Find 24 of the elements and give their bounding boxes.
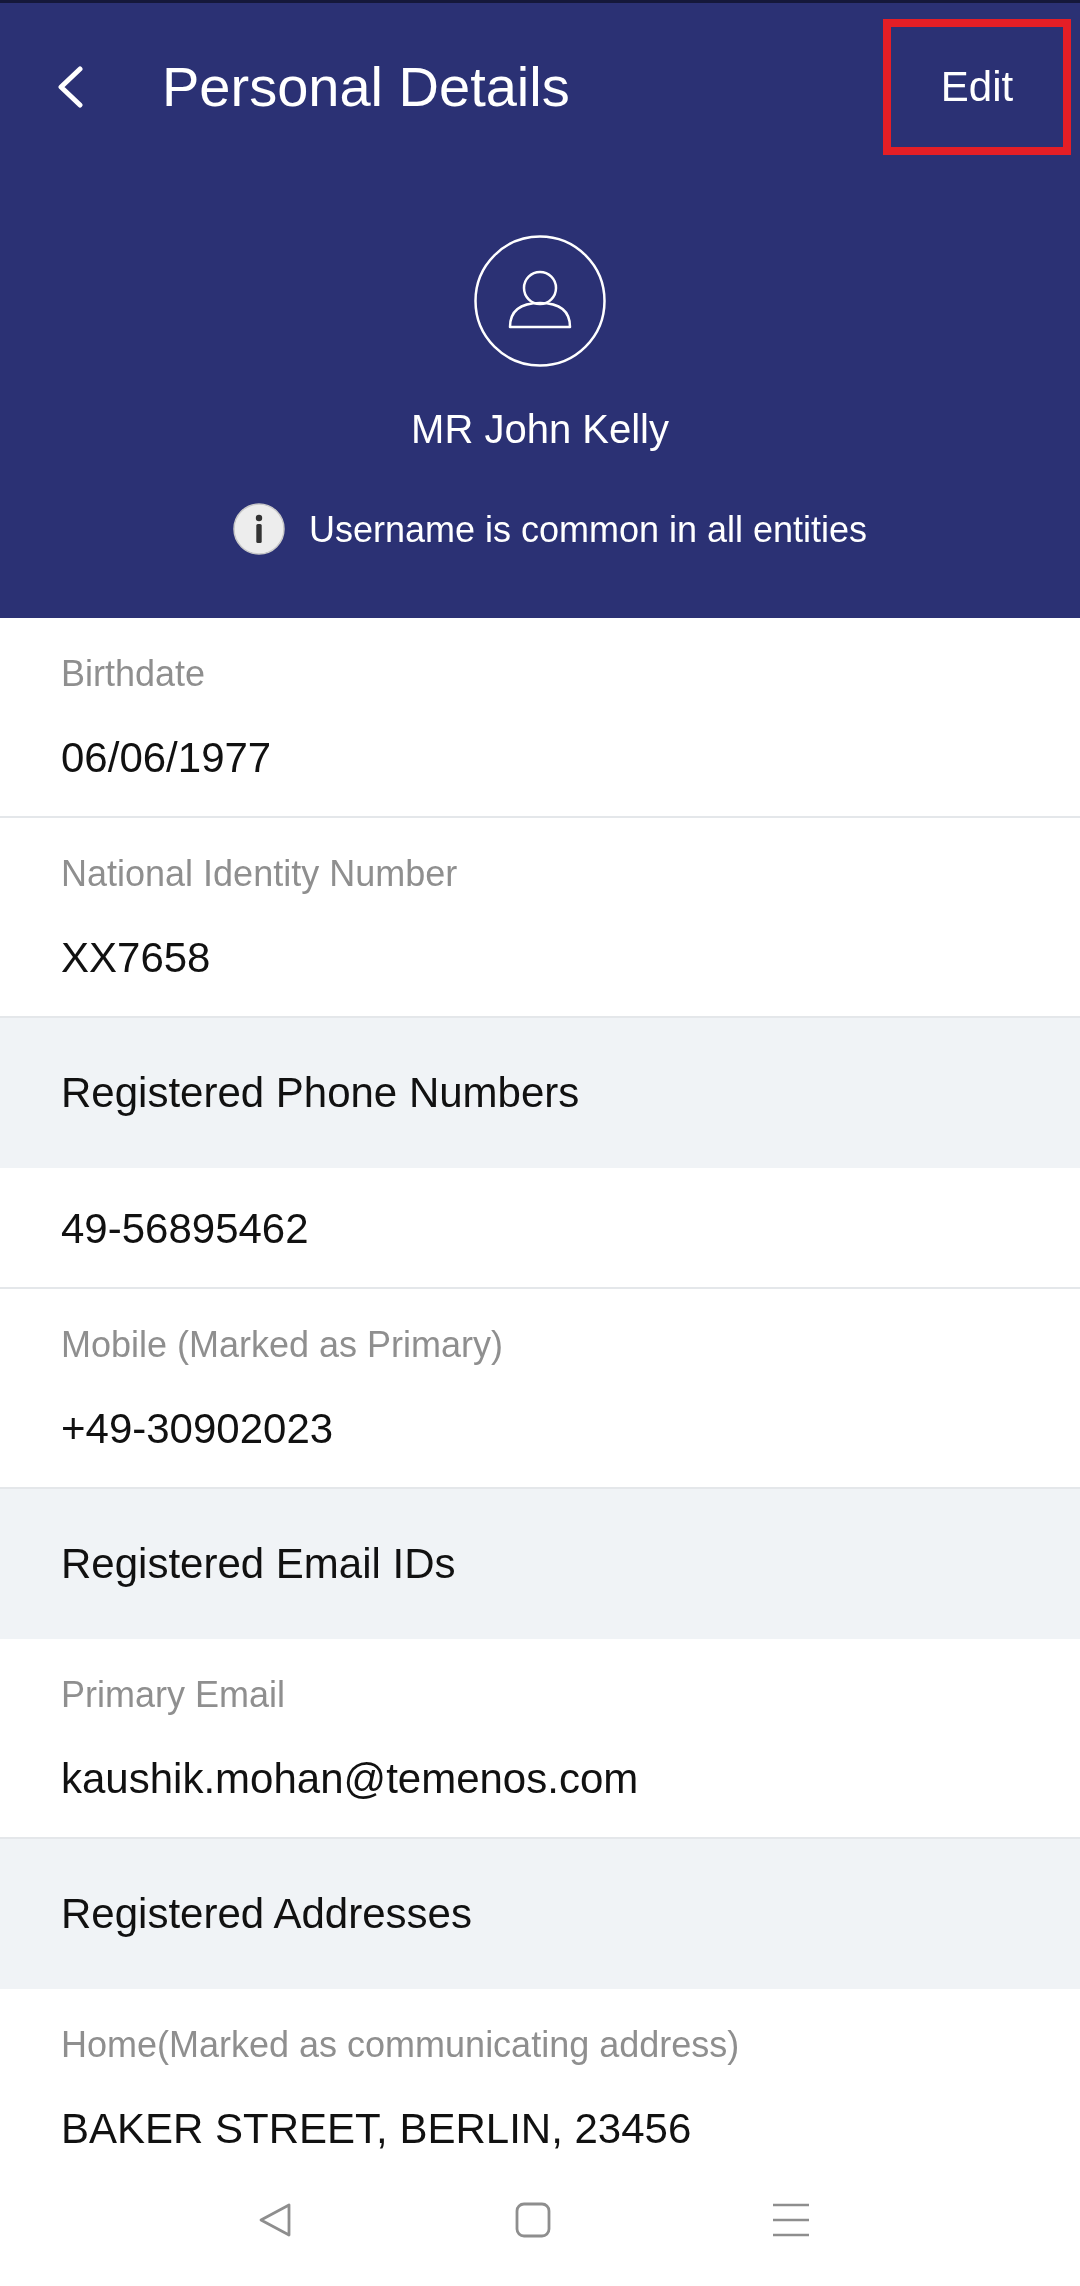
user-name: MR John Kelly (411, 406, 669, 453)
field-label: Birthdate (61, 652, 206, 695)
field-label: National Identity Number (61, 852, 458, 895)
field-label: Primary Email (61, 1673, 285, 1716)
field-value: kaushik.mohan@temenos.com (61, 1754, 639, 1804)
section-heading: Registered Phone Numbers (0, 1018, 1080, 1168)
section-heading: Registered Email IDs (0, 1489, 1080, 1639)
info-notice: Username is common in all entities (308, 507, 868, 551)
field-value: XX7658 (61, 933, 211, 983)
back-icon (56, 65, 84, 108)
field-label: Home(Marked as communicating address) (61, 2023, 740, 2066)
field-value: 06/06/1977 (61, 733, 272, 783)
section-heading: Registered Addresses (0, 1839, 1080, 1989)
back-nav-icon[interactable] (257, 2202, 293, 2238)
field-value: 49-56895462 (61, 1204, 309, 1254)
menu-icon[interactable] (773, 2202, 809, 2238)
home-nav-icon[interactable] (515, 2202, 551, 2238)
field-value: +49-30902023 (61, 1404, 334, 1454)
field-label: Mobile (Marked as Primary) (61, 1323, 504, 1366)
avatar-icon (474, 235, 606, 367)
field-value: BAKER STREET, BERLIN, 23456 (61, 2104, 692, 2154)
info-icon (232, 503, 285, 555)
page-title: Personal Details (162, 53, 570, 120)
edit-button[interactable]: Edit (924, 53, 1030, 120)
